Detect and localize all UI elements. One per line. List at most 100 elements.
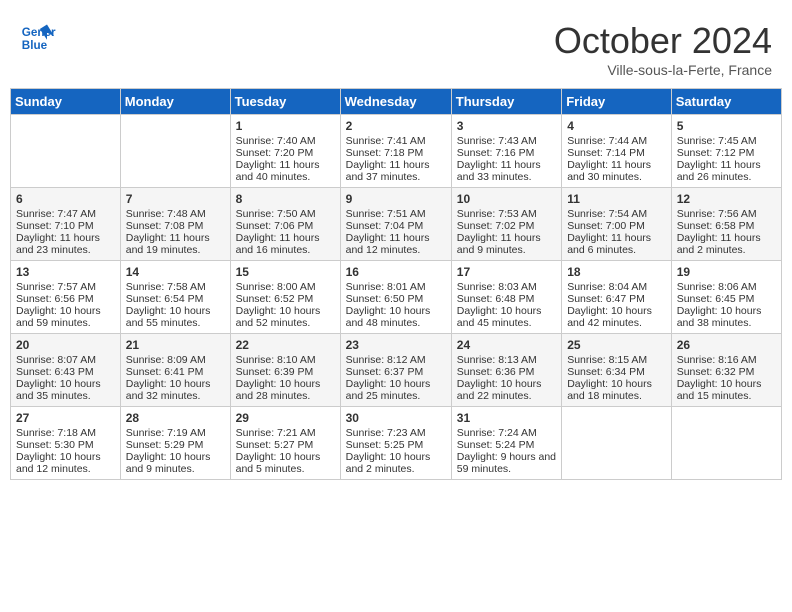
- calendar-cell: 24Sunrise: 8:13 AMSunset: 6:36 PMDayligh…: [451, 334, 561, 407]
- day-number: 17: [457, 265, 556, 279]
- sunset-text: Sunset: 6:34 PM: [567, 366, 666, 378]
- calendar-cell: [11, 115, 121, 188]
- day-number: 29: [236, 411, 335, 425]
- calendar-cell: 10Sunrise: 7:53 AMSunset: 7:02 PMDayligh…: [451, 188, 561, 261]
- sunrise-text: Sunrise: 7:18 AM: [16, 427, 115, 439]
- weekday-header-friday: Friday: [562, 89, 672, 115]
- calendar-table: SundayMondayTuesdayWednesdayThursdayFrid…: [10, 88, 782, 480]
- sunset-text: Sunset: 6:37 PM: [346, 366, 446, 378]
- day-number: 16: [346, 265, 446, 279]
- sunrise-text: Sunrise: 8:13 AM: [457, 354, 556, 366]
- calendar-cell: 7Sunrise: 7:48 AMSunset: 7:08 PMDaylight…: [120, 188, 230, 261]
- sunrise-text: Sunrise: 7:19 AM: [126, 427, 225, 439]
- sunrise-text: Sunrise: 7:43 AM: [457, 135, 556, 147]
- daylight-text: Daylight: 10 hours and 35 minutes.: [16, 378, 115, 402]
- daylight-text: Daylight: 10 hours and 42 minutes.: [567, 305, 666, 329]
- day-number: 13: [16, 265, 115, 279]
- day-number: 10: [457, 192, 556, 206]
- day-number: 8: [236, 192, 335, 206]
- page-header: General Blue October 2024 Ville-sous-la-…: [10, 10, 782, 83]
- sunrise-text: Sunrise: 7:51 AM: [346, 208, 446, 220]
- calendar-cell: 28Sunrise: 7:19 AMSunset: 5:29 PMDayligh…: [120, 407, 230, 480]
- sunset-text: Sunset: 6:41 PM: [126, 366, 225, 378]
- calendar-cell: 6Sunrise: 7:47 AMSunset: 7:10 PMDaylight…: [11, 188, 121, 261]
- sunrise-text: Sunrise: 8:00 AM: [236, 281, 335, 293]
- sunset-text: Sunset: 7:06 PM: [236, 220, 335, 232]
- sunrise-text: Sunrise: 7:44 AM: [567, 135, 666, 147]
- day-number: 12: [677, 192, 776, 206]
- daylight-text: Daylight: 11 hours and 30 minutes.: [567, 159, 666, 183]
- sunrise-text: Sunrise: 8:09 AM: [126, 354, 225, 366]
- day-number: 7: [126, 192, 225, 206]
- sunrise-text: Sunrise: 7:58 AM: [126, 281, 225, 293]
- calendar-cell: 2Sunrise: 7:41 AMSunset: 7:18 PMDaylight…: [340, 115, 451, 188]
- daylight-text: Daylight: 11 hours and 33 minutes.: [457, 159, 556, 183]
- daylight-text: Daylight: 11 hours and 19 minutes.: [126, 232, 225, 256]
- daylight-text: Daylight: 11 hours and 40 minutes.: [236, 159, 335, 183]
- sunset-text: Sunset: 7:20 PM: [236, 147, 335, 159]
- weekday-header-tuesday: Tuesday: [230, 89, 340, 115]
- day-number: 30: [346, 411, 446, 425]
- daylight-text: Daylight: 10 hours and 48 minutes.: [346, 305, 446, 329]
- day-number: 23: [346, 338, 446, 352]
- calendar-cell: 15Sunrise: 8:00 AMSunset: 6:52 PMDayligh…: [230, 261, 340, 334]
- sunset-text: Sunset: 5:30 PM: [16, 439, 115, 451]
- calendar-header-row: SundayMondayTuesdayWednesdayThursdayFrid…: [11, 89, 782, 115]
- weekday-header-monday: Monday: [120, 89, 230, 115]
- sunrise-text: Sunrise: 7:24 AM: [457, 427, 556, 439]
- calendar-cell: 8Sunrise: 7:50 AMSunset: 7:06 PMDaylight…: [230, 188, 340, 261]
- calendar-week-4: 20Sunrise: 8:07 AMSunset: 6:43 PMDayligh…: [11, 334, 782, 407]
- sunrise-text: Sunrise: 8:07 AM: [16, 354, 115, 366]
- logo: General Blue: [20, 20, 58, 56]
- sunrise-text: Sunrise: 7:23 AM: [346, 427, 446, 439]
- daylight-text: Daylight: 10 hours and 9 minutes.: [126, 451, 225, 475]
- sunset-text: Sunset: 6:56 PM: [16, 293, 115, 305]
- calendar-cell: 21Sunrise: 8:09 AMSunset: 6:41 PMDayligh…: [120, 334, 230, 407]
- day-number: 28: [126, 411, 225, 425]
- sunrise-text: Sunrise: 8:04 AM: [567, 281, 666, 293]
- title-block: October 2024 Ville-sous-la-Ferte, France: [554, 20, 772, 78]
- sunrise-text: Sunrise: 8:10 AM: [236, 354, 335, 366]
- sunrise-text: Sunrise: 7:21 AM: [236, 427, 335, 439]
- calendar-cell: 23Sunrise: 8:12 AMSunset: 6:37 PMDayligh…: [340, 334, 451, 407]
- day-number: 1: [236, 119, 335, 133]
- sunset-text: Sunset: 6:32 PM: [677, 366, 776, 378]
- day-number: 24: [457, 338, 556, 352]
- calendar-cell: 14 Sunrise: 7:58 AMSunset: 6:54 PMDayligh…: [120, 261, 230, 334]
- calendar-cell: 3Sunrise: 7:43 AMSunset: 7:16 PMDaylight…: [451, 115, 561, 188]
- day-number: 3: [457, 119, 556, 133]
- day-number: 20: [16, 338, 115, 352]
- day-number: 18: [567, 265, 666, 279]
- sunrise-text: Sunrise: 7:54 AM: [567, 208, 666, 220]
- sunrise-text: Sunrise: 7:50 AM: [236, 208, 335, 220]
- daylight-text: Daylight: 11 hours and 2 minutes.: [677, 232, 776, 256]
- sunrise-text: Sunrise: 7:48 AM: [126, 208, 225, 220]
- calendar-week-5: 27Sunrise: 7:18 AMSunset: 5:30 PMDayligh…: [11, 407, 782, 480]
- sunrise-text: Sunrise: 8:03 AM: [457, 281, 556, 293]
- sunset-text: Sunset: 7:14 PM: [567, 147, 666, 159]
- day-number: 2: [346, 119, 446, 133]
- daylight-text: Daylight: 10 hours and 38 minutes.: [677, 305, 776, 329]
- day-number: 19: [677, 265, 776, 279]
- day-number: 11: [567, 192, 666, 206]
- calendar-week-3: 13Sunrise: 7:57 AMSunset: 6:56 PMDayligh…: [11, 261, 782, 334]
- calendar-cell: 12 Sunrise: 7:56 AMSunset: 6:58 PMDayligh…: [671, 188, 781, 261]
- calendar-cell: 19Sunrise: 8:06 AMSunset: 6:45 PMDayligh…: [671, 261, 781, 334]
- day-number: 9: [346, 192, 446, 206]
- day-number: 22: [236, 338, 335, 352]
- calendar-cell: [120, 115, 230, 188]
- day-number: 31: [457, 411, 556, 425]
- calendar-cell: 25Sunrise: 8:15 AMSunset: 6:34 PMDayligh…: [562, 334, 672, 407]
- sunrise-text: Sunrise: 7:56 AM: [677, 208, 776, 220]
- day-number: 14: [126, 265, 225, 279]
- calendar-week-1: 1Sunrise: 7:40 AMSunset: 7:20 PMDaylight…: [11, 115, 782, 188]
- month-title: October 2024: [554, 20, 772, 62]
- calendar-cell: 20Sunrise: 8:07 AMSunset: 6:43 PMDayligh…: [11, 334, 121, 407]
- sunset-text: Sunset: 6:54 PM: [126, 293, 225, 305]
- daylight-text: Daylight: 10 hours and 55 minutes.: [126, 305, 225, 329]
- sunrise-text: Sunrise: 8:16 AM: [677, 354, 776, 366]
- weekday-header-saturday: Saturday: [671, 89, 781, 115]
- sunset-text: Sunset: 6:58 PM: [677, 220, 776, 232]
- calendar-week-2: 6Sunrise: 7:47 AMSunset: 7:10 PMDaylight…: [11, 188, 782, 261]
- calendar-cell: 16Sunrise: 8:01 AMSunset: 6:50 PMDayligh…: [340, 261, 451, 334]
